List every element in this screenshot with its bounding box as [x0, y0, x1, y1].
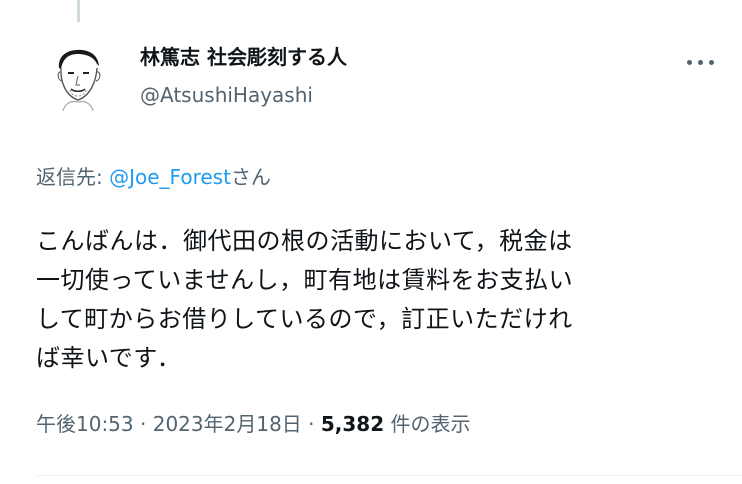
- thread-connector-line: [77, 0, 80, 22]
- replying-to-prefix: 返信先:: [36, 165, 110, 189]
- avatar-sketch-icon: [40, 38, 116, 114]
- more-dot-icon: [686, 59, 692, 65]
- tweet-time[interactable]: 午後10:53: [36, 412, 134, 436]
- views-label[interactable]: 件の表示: [384, 412, 470, 436]
- replying-to: 返信先: @Joe_Forestさん: [36, 163, 271, 191]
- tweet-text-line: こんばんは．御代田の根の活動において，税金は: [36, 227, 573, 255]
- tweet-meta: 午後10:53 · 2023年2月18日 · 5,382 件の表示: [36, 410, 471, 438]
- views-count[interactable]: 5,382: [321, 412, 384, 436]
- tweet-text: こんばんは．御代田の根の活動において，税金は 一切使っていませんし，町有地は賃料…: [36, 222, 716, 378]
- tweet-text-line: して町からお借りしているので，訂正いただけれ: [36, 305, 573, 333]
- more-dot-icon: [697, 59, 703, 65]
- divider: [36, 475, 742, 476]
- tweet-text-line: ば幸いです．: [36, 344, 182, 372]
- meta-separator: ·: [301, 412, 321, 436]
- author-name[interactable]: 林篤志 社会彫刻する人: [140, 44, 347, 70]
- tweet-date[interactable]: 2023年2月18日: [153, 412, 302, 436]
- tweet-text-line: 一切使っていませんし，町有地は賃料をお支払い: [36, 266, 574, 294]
- more-dot-icon: [708, 59, 714, 65]
- more-options-button[interactable]: [684, 56, 716, 68]
- mention-link[interactable]: @Joe_Forest: [109, 165, 231, 189]
- replying-to-suffix: さん: [230, 165, 271, 189]
- meta-separator: ·: [133, 412, 153, 436]
- author-handle[interactable]: @AtsushiHayashi: [140, 82, 313, 108]
- avatar[interactable]: [40, 38, 116, 114]
